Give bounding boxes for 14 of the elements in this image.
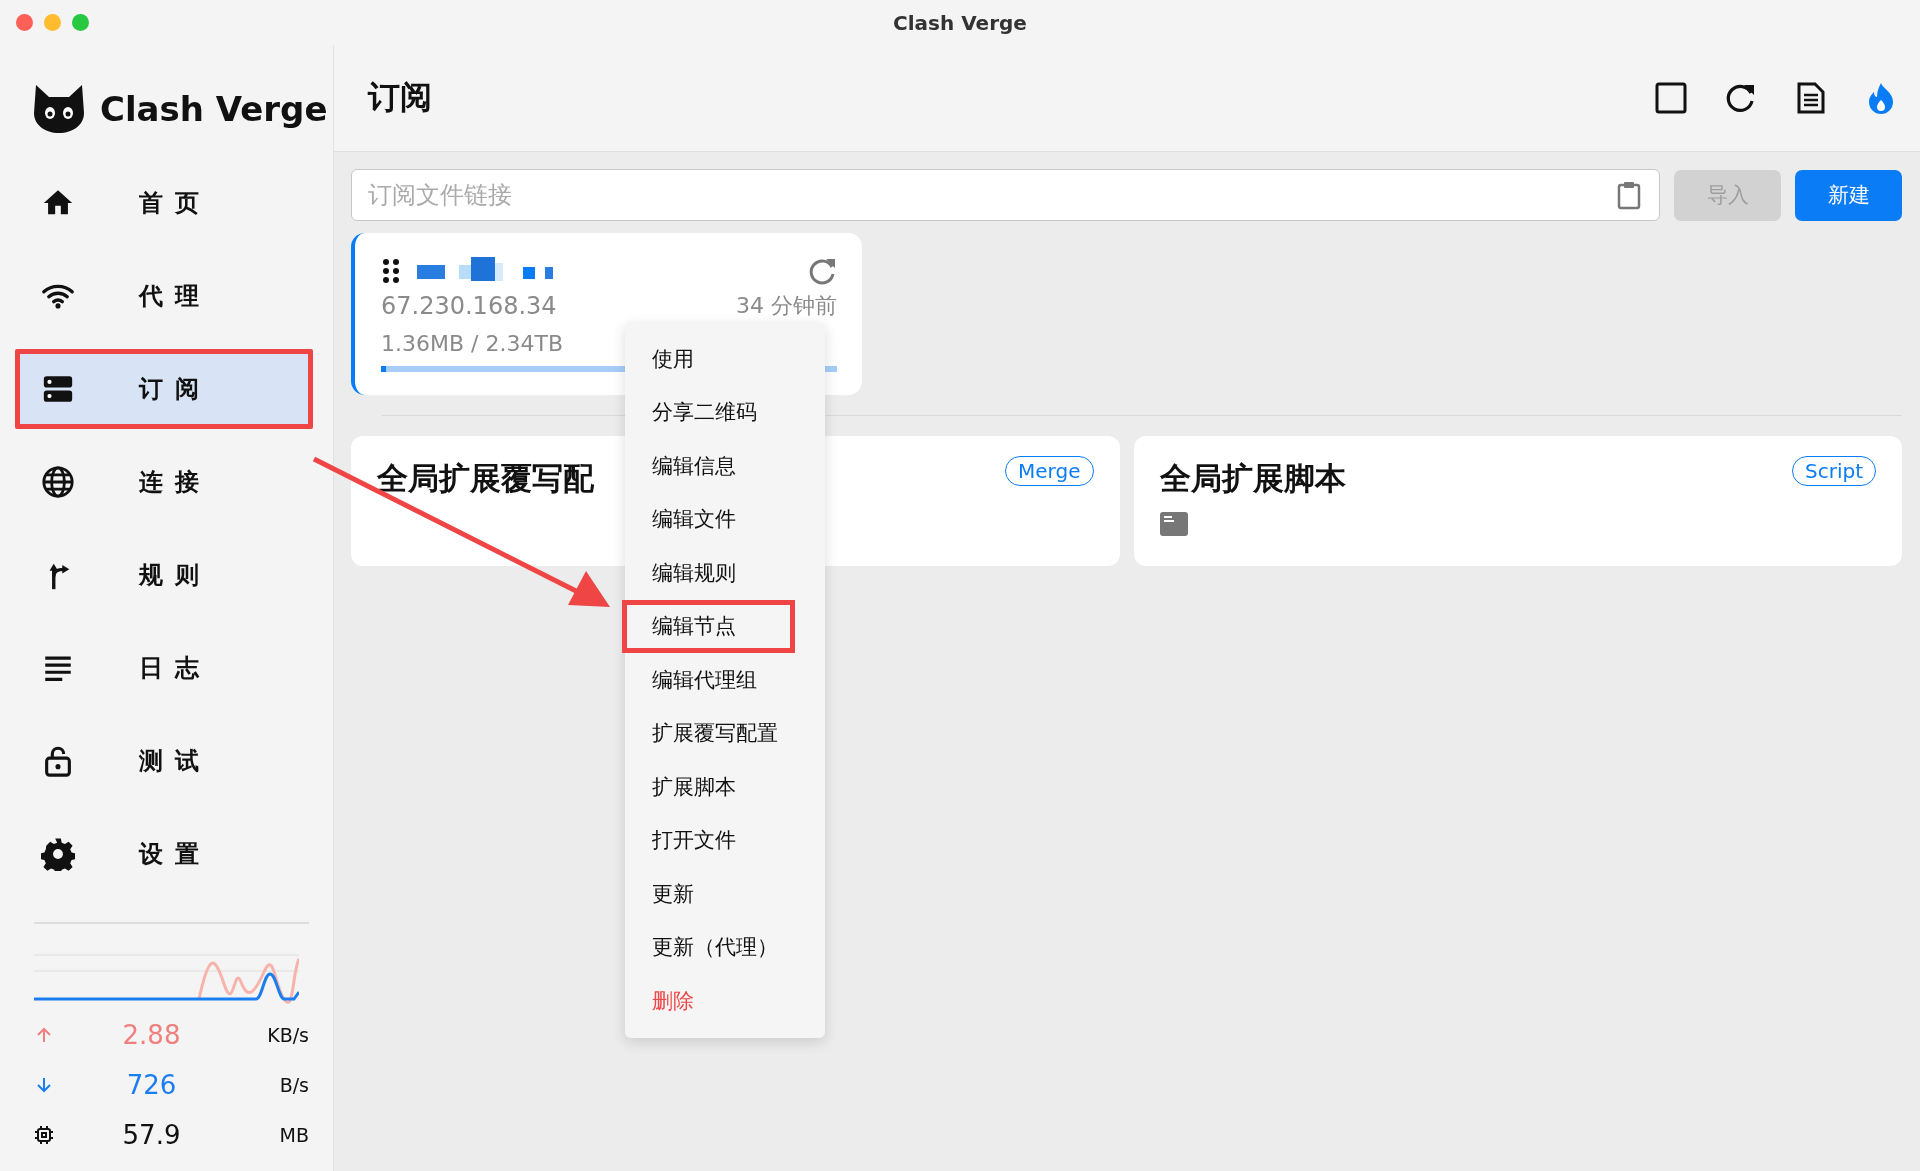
traffic-unit: B/s xyxy=(278,1074,309,1096)
page-title: 订阅 xyxy=(368,77,432,118)
traffic-unit: MB xyxy=(278,1124,309,1146)
traffic-value: 726 xyxy=(125,1070,178,1100)
card-title: 全局扩展脚本 xyxy=(1159,459,1346,498)
usage-text: 1.36MB / 2.34TB xyxy=(381,331,563,356)
profile-host: 67.230.168.34 xyxy=(381,292,557,320)
traffic-unit: KB/s xyxy=(266,1024,309,1046)
app-name: Clash Verge xyxy=(100,89,328,129)
traffic-value: 57.9 xyxy=(121,1120,182,1150)
traffic-value: 2.88 xyxy=(121,1020,182,1050)
updated-time: 34 分钟前 xyxy=(736,292,837,320)
window-title: Clash Verge xyxy=(893,10,1027,35)
card-title: 全局扩展覆写配 xyxy=(377,459,594,498)
